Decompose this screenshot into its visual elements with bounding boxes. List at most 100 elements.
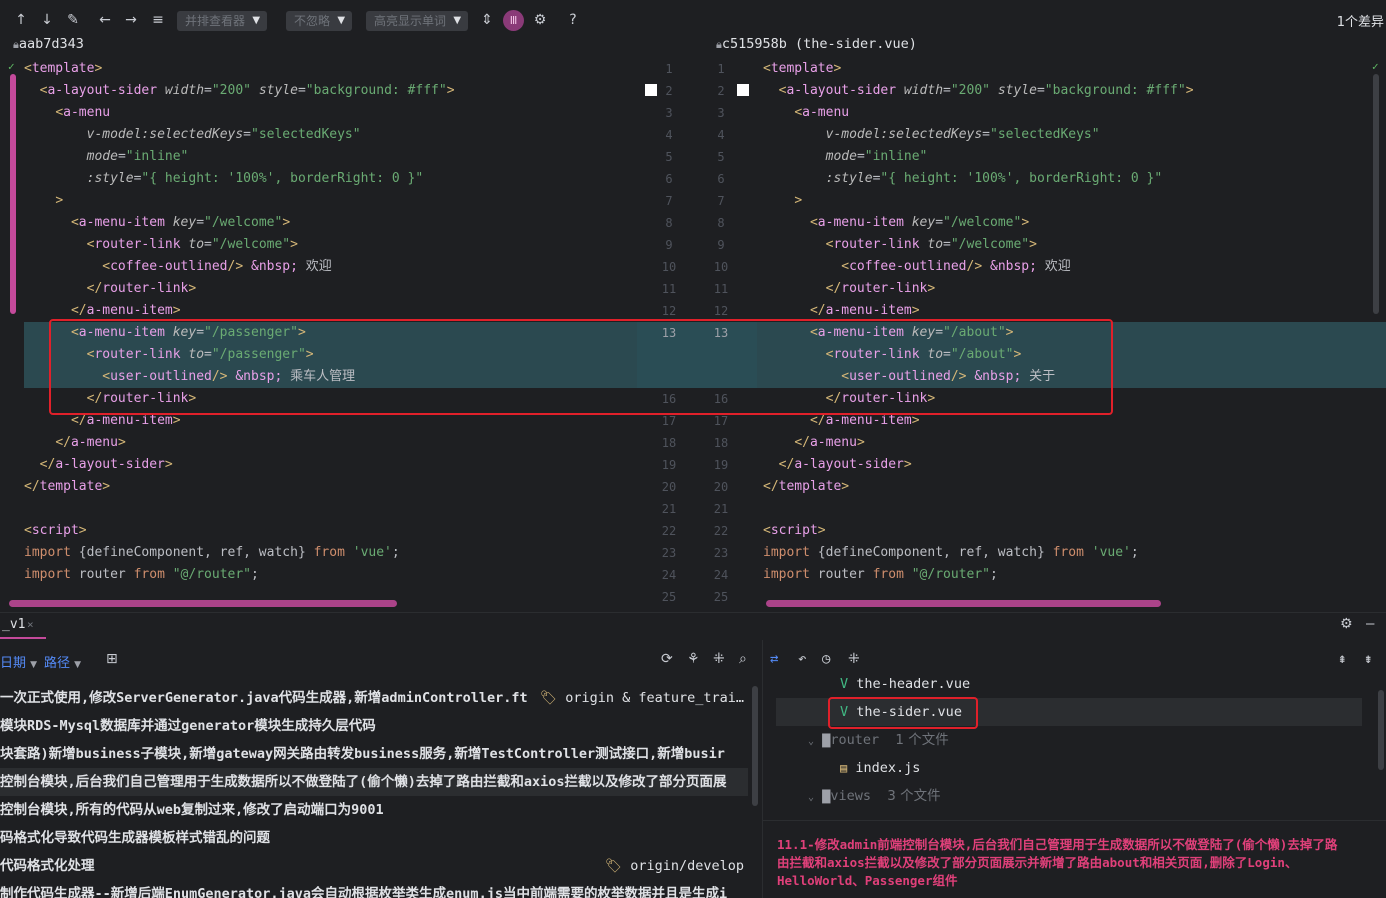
branch-tab[interactable]: _v1 bbox=[2, 617, 25, 632]
left-code-line[interactable]: <router-link to="/welcome"> bbox=[24, 234, 298, 256]
commit-row[interactable]: 控制台模块,所有的代码从web复制过来,修改了启动端口为9001 bbox=[0, 796, 748, 824]
collapse-all-icon[interactable]: ⇟ bbox=[1364, 651, 1372, 667]
left-code-line[interactable]: > bbox=[24, 190, 63, 212]
history-icon[interactable]: ◷ bbox=[822, 651, 830, 667]
left-code-line[interactable]: <a-menu-item key="/welcome"> bbox=[24, 212, 290, 234]
right-code-line[interactable]: </router-link> bbox=[763, 278, 936, 300]
left-line-number: 20 bbox=[661, 480, 677, 494]
commit-subject: 模块RDS-Mysql数据库并通过generator模块生成持久层代码 bbox=[0, 718, 376, 734]
left-change-marker bbox=[10, 74, 16, 314]
grid-icon[interactable]: ⁜ bbox=[713, 651, 725, 667]
right-code-line[interactable]: <a-menu-item key="/welcome"> bbox=[763, 212, 1029, 234]
cherry-pick-icon[interactable]: ⚘ bbox=[687, 651, 700, 667]
right-code-line[interactable]: > bbox=[763, 190, 802, 212]
left-line-number: 8 bbox=[665, 216, 673, 230]
ignore-dropdown[interactable]: 不忽略 ▼ bbox=[286, 11, 353, 31]
left-code-line[interactable]: <a-layout-sider width="200" style="backg… bbox=[24, 80, 455, 102]
commit-row[interactable]: 模块RDS-Mysql数据库并通过generator模块生成持久层代码 bbox=[0, 712, 748, 740]
tree-scrollbar[interactable] bbox=[1378, 690, 1384, 770]
left-code-line[interactable]: </router-link> bbox=[24, 278, 197, 300]
highlight-dropdown[interactable]: 高亮显示单词 ▼ bbox=[366, 11, 469, 31]
back-arrow-icon[interactable]: ← bbox=[96, 11, 114, 29]
date-filter-label: 日期 bbox=[0, 656, 27, 671]
forward-arrow-icon[interactable]: → bbox=[122, 11, 140, 29]
right-line-number: 6 bbox=[717, 172, 725, 186]
path-filter[interactable]: 路径 ▼ bbox=[44, 652, 81, 671]
minimize-icon[interactable]: — bbox=[1366, 616, 1374, 632]
left-code-line[interactable]: </template> bbox=[24, 476, 110, 498]
left-code-line[interactable]: </a-layout-sider> bbox=[24, 454, 173, 476]
commit-row[interactable]: 制作代码生成器--新增后端EnumGenerator.java会自动根据枚举类生… bbox=[0, 880, 748, 898]
right-h-scrollbar[interactable] bbox=[766, 600, 1161, 607]
right-code-line[interactable]: <template> bbox=[763, 58, 841, 80]
right-line-number: 23 bbox=[713, 546, 729, 560]
right-code-line[interactable]: <script> bbox=[763, 520, 826, 542]
right-line-number: 9 bbox=[717, 238, 725, 252]
help-icon[interactable]: ? bbox=[564, 11, 582, 29]
left-line-number: 18 bbox=[661, 436, 677, 450]
right-code-line[interactable]: </a-menu> bbox=[763, 432, 864, 454]
edit-icon[interactable]: ✎ bbox=[64, 11, 82, 29]
refresh-icon[interactable]: ⟳ bbox=[661, 651, 673, 667]
right-code-line[interactable]: <a-layout-sider width="200" style="backg… bbox=[763, 80, 1194, 102]
sync-scroll-icon[interactable]: Ⅲ bbox=[503, 10, 524, 31]
right-code-line[interactable]: </a-layout-sider> bbox=[763, 454, 912, 476]
left-code-line[interactable]: v-model:selectedKeys="selectedKeys" bbox=[24, 124, 361, 146]
right-code-line[interactable]: </template> bbox=[763, 476, 849, 498]
left-code-line[interactable]: <template> bbox=[24, 58, 102, 80]
left-code-line[interactable]: import {defineComponent, ref, watch} fro… bbox=[24, 542, 400, 564]
revert-icon[interactable]: ↶ bbox=[798, 651, 806, 667]
apply-change-checkbox[interactable] bbox=[645, 84, 657, 96]
left-code-line[interactable]: :style="{ height: '100%', borderRight: 0… bbox=[24, 168, 424, 190]
left-code-line[interactable]: mode="inline" bbox=[24, 146, 189, 168]
right-line-number: 24 bbox=[713, 568, 729, 582]
commit-list-scrollbar[interactable] bbox=[752, 686, 758, 806]
chevron-down-icon: ▼ bbox=[337, 15, 346, 26]
right-code-line[interactable]: import router from "@/router"; bbox=[763, 564, 998, 586]
commit-row[interactable]: 块套路)新增business子模块,新增gateway网关路由转发busines… bbox=[0, 740, 748, 768]
search-icon[interactable]: ⌕ bbox=[739, 651, 747, 667]
tree-folder-router[interactable]: ⌄ ▇router 1 个文件 bbox=[808, 726, 949, 754]
viewer-dropdown[interactable]: 并排查看器 ▼ bbox=[177, 11, 268, 31]
gear-icon[interactable]: ⚙ bbox=[1340, 616, 1353, 632]
prev-diff-icon[interactable]: ↑ bbox=[12, 11, 30, 29]
check-icon: ✓ bbox=[8, 60, 15, 73]
left-code-line[interactable]: import router from "@/router"; bbox=[24, 564, 259, 586]
splitter[interactable] bbox=[762, 640, 763, 898]
date-filter[interactable]: 日期 ▼ bbox=[0, 652, 37, 671]
list-icon[interactable]: ≡ bbox=[149, 11, 167, 29]
right-code-line[interactable]: <router-link to="/welcome"> bbox=[763, 234, 1037, 256]
left-code-line[interactable]: <script> bbox=[24, 520, 87, 542]
left-code-line[interactable]: </a-menu> bbox=[24, 432, 125, 454]
group-icon[interactable]: ⁜ bbox=[848, 651, 860, 667]
collapse-unchanged-icon[interactable]: ⇕ bbox=[478, 11, 496, 29]
commit-row[interactable]: 控制台模块,后台我们自己管理用于生成数据所以不做登陆了(偷个懒)去掉了路由拦截和… bbox=[0, 768, 748, 796]
expand-all-icon[interactable]: ⇞ bbox=[1338, 651, 1346, 667]
left-h-scrollbar[interactable] bbox=[9, 600, 397, 607]
commit-row[interactable]: 一次正式使用,修改ServerGenerator.java代码生成器,新增adm… bbox=[0, 684, 748, 712]
highlight-dropdown-label: 高亮显示单词 bbox=[374, 14, 447, 28]
right-code-line[interactable]: import {defineComponent, ref, watch} fro… bbox=[763, 542, 1139, 564]
right-code-line[interactable]: <a-menu bbox=[763, 102, 849, 124]
right-line-number: 11 bbox=[713, 282, 729, 296]
tree-file-row[interactable]: V the-header.vue bbox=[840, 678, 970, 698]
commit-row[interactable]: 代码格式化处理 🏷︎ origin/develop bbox=[0, 852, 748, 880]
tree-file-row[interactable]: ▤ index.js bbox=[840, 754, 920, 782]
left-code-line[interactable]: <coffee-outlined/> &nbsp; 欢迎 bbox=[24, 256, 332, 278]
close-icon[interactable]: × bbox=[27, 618, 34, 631]
next-diff-icon[interactable]: ↓ bbox=[38, 11, 56, 29]
left-code-line[interactable]: <a-menu bbox=[24, 102, 110, 124]
new-tab-icon[interactable]: ⊞ bbox=[106, 651, 118, 667]
right-code-line[interactable]: :style="{ height: '100%', borderRight: 0… bbox=[763, 168, 1163, 190]
right-change-marker bbox=[1373, 74, 1379, 314]
right-code-line[interactable]: v-model:selectedKeys="selectedKeys" bbox=[763, 124, 1100, 146]
path-filter-label: 路径 bbox=[44, 656, 71, 671]
commit-row[interactable]: 码格式化导致代码生成器模板样式错乱的问题 bbox=[0, 824, 748, 852]
gear-icon[interactable]: ⚙ bbox=[531, 11, 549, 29]
right-code-line[interactable]: mode="inline" bbox=[763, 146, 928, 168]
diff-icon[interactable]: ⇄ bbox=[770, 651, 778, 667]
apply-change-checkbox[interactable] bbox=[737, 84, 749, 96]
right-code-line[interactable]: <coffee-outlined/> &nbsp; 欢迎 bbox=[763, 256, 1071, 278]
log-toolbar: 日期 ▼ 路径 ▼ ⊞ ⟳ ⚘ ⁜ ⌕ bbox=[0, 648, 762, 674]
tree-folder-views[interactable]: ⌄ ▇views 3 个文件 bbox=[808, 782, 941, 808]
